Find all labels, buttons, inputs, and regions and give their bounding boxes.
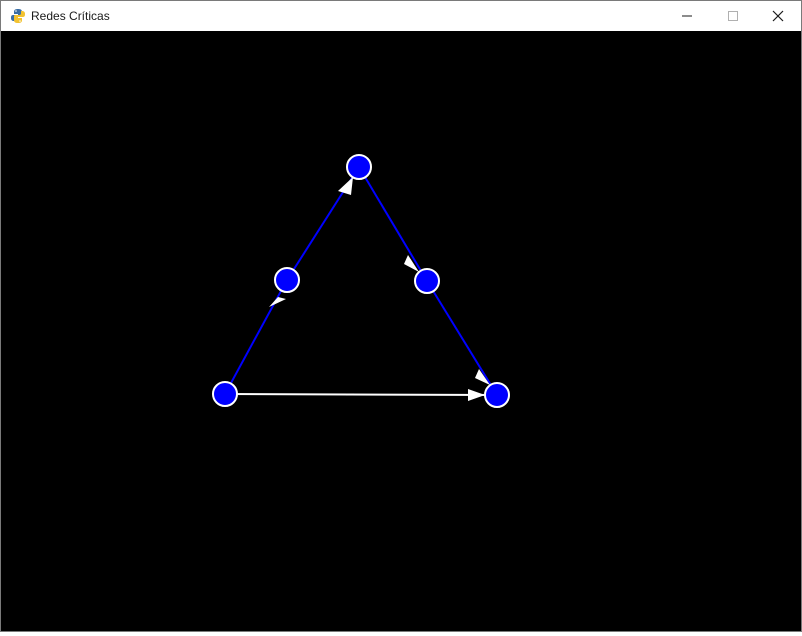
graph-edge <box>224 393 498 396</box>
close-icon <box>772 10 784 22</box>
python-snake-icon <box>11 9 25 23</box>
title-bar[interactable]: Redes Críticas <box>1 1 801 31</box>
maximize-icon <box>728 11 738 21</box>
arrowhead-icon <box>468 389 485 401</box>
graph-canvas[interactable] <box>1 31 801 631</box>
graph-node[interactable] <box>212 381 238 407</box>
graph-node[interactable] <box>346 154 372 180</box>
maximize-button[interactable] <box>710 1 756 31</box>
graph-node[interactable] <box>274 267 300 293</box>
graph-svg <box>212 154 510 408</box>
minimize-button[interactable] <box>664 1 710 31</box>
arrowhead-icon <box>269 297 286 307</box>
graph-edge <box>358 166 428 282</box>
close-button[interactable] <box>755 1 801 31</box>
window-title: Redes Críticas <box>31 9 110 23</box>
minimize-icon <box>682 15 692 17</box>
arrowhead-icon <box>338 177 353 195</box>
graph-node[interactable] <box>484 382 510 408</box>
graph-edge <box>224 279 288 395</box>
app-window: Redes Críticas <box>0 0 802 632</box>
graph-edge <box>426 280 498 396</box>
graph-node[interactable] <box>414 268 440 294</box>
